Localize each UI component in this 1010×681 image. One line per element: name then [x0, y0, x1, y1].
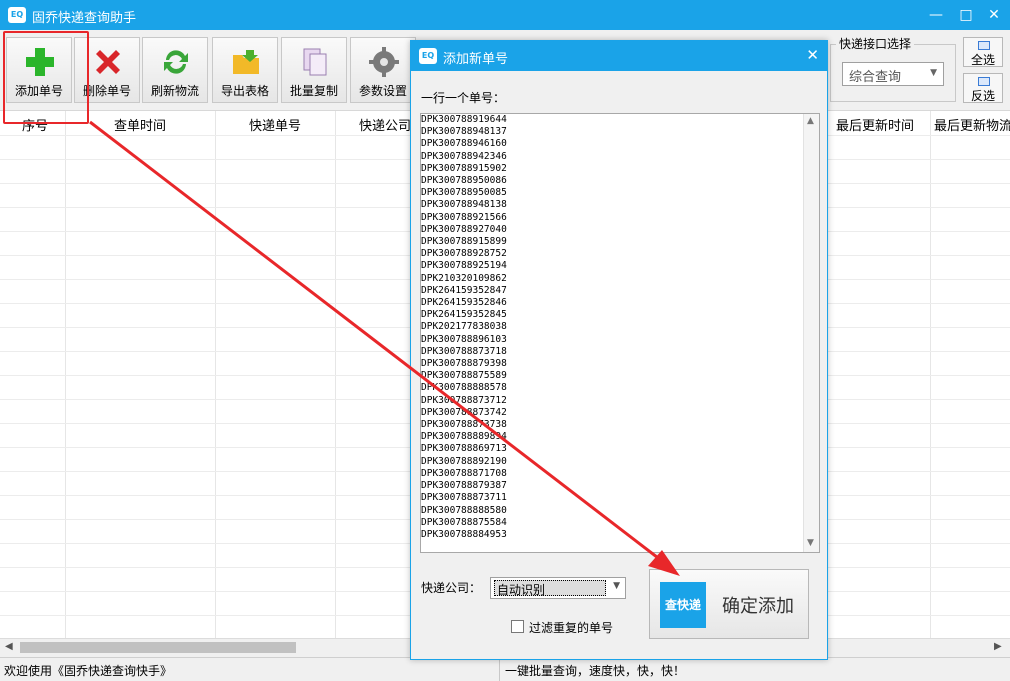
api-select[interactable]: 综合查询 ▼: [842, 62, 944, 86]
maximize-button[interactable]: □: [956, 5, 976, 25]
export-table-button[interactable]: 导出表格: [212, 37, 278, 103]
dialog-title: 添加新单号: [443, 52, 509, 67]
select-all-label: 全选: [970, 53, 995, 67]
tracking-numbers-textarea[interactable]: DPK300788919644 DPK300788948137 DPK30078…: [420, 113, 820, 553]
status-divider: [499, 658, 500, 681]
company-selected-value: 自动识别: [494, 580, 606, 597]
chevron-down-icon: ▼: [613, 581, 620, 591]
select-all-button[interactable]: 全选: [963, 37, 1003, 67]
x-icon: [96, 50, 120, 74]
invert-select-button[interactable]: 反选: [963, 73, 1003, 103]
window-title: 固乔快递查询助手: [32, 11, 137, 26]
status-bar: 欢迎使用《固乔快递查询快手》 一键批量查询，速度快，快，快！: [0, 657, 1010, 681]
app-logo-icon: EQ: [419, 48, 437, 64]
settings-label: 参数设置: [358, 84, 407, 98]
scroll-up-icon[interactable]: ▲: [807, 116, 814, 126]
copy-icon: [303, 48, 327, 76]
api-selected-value: 综合查询: [849, 70, 902, 85]
status-welcome: 欢迎使用《固乔快递查询快手》: [4, 664, 173, 678]
confirm-add-button[interactable]: 查快递 确定添加: [649, 569, 809, 639]
folder-export-icon: [233, 50, 259, 74]
scroll-left-icon[interactable]: ◀: [5, 641, 13, 652]
column-header[interactable]: 快递单号: [220, 115, 330, 134]
export-table-label: 导出表格: [220, 84, 269, 98]
minimize-button[interactable]: —: [926, 5, 946, 25]
tracking-numbers-text: DPK300788919644 DPK300788948137 DPK30078…: [421, 114, 507, 540]
column-header[interactable]: 最后更新时间: [820, 115, 930, 134]
filter-duplicates-checkbox[interactable]: [511, 620, 524, 633]
dialog-title-bar: EQ 添加新单号 ✕: [411, 41, 827, 71]
dialog-prompt: 一行一个单号：: [421, 91, 506, 105]
refresh-logistics-button[interactable]: 刷新物流: [142, 37, 208, 103]
chevron-down-icon: ▼: [930, 68, 937, 78]
refresh-icon: [164, 50, 188, 74]
invert-select-label: 反选: [970, 89, 995, 103]
column-header[interactable]: 查单时间: [70, 115, 210, 134]
company-select[interactable]: 自动识别 ▼: [490, 577, 626, 599]
api-group-label: 快递接口选择: [836, 35, 915, 52]
confirm-add-label: 确定添加: [722, 596, 794, 617]
filter-duplicates-label[interactable]: 过滤重复的单号: [529, 619, 613, 636]
column-header[interactable]: 最后更新物流: [934, 115, 1010, 134]
title-bar: EQ 固乔快递查询助手 — □ ✕: [0, 0, 1010, 30]
settings-button[interactable]: 参数设置: [350, 37, 416, 103]
company-label: 快递公司：: [421, 581, 482, 595]
batch-copy-button[interactable]: 批量复制: [281, 37, 347, 103]
scrollbar-thumb[interactable]: [20, 642, 296, 653]
scroll-down-icon[interactable]: ▼: [807, 538, 814, 548]
add-tracking-dialog: EQ 添加新单号 ✕ 一行一个单号： DPK300788919644 DPK30…: [410, 40, 828, 660]
window-icon: [978, 77, 990, 86]
gear-icon: [369, 47, 399, 77]
status-slogan: 一键批量查询，速度快，快，快！: [505, 664, 686, 678]
vertical-scrollbar[interactable]: ▲ ▼: [803, 114, 819, 552]
refresh-logistics-label: 刷新物流: [150, 84, 199, 98]
highlight-box: [3, 31, 89, 124]
close-button[interactable]: ✕: [984, 5, 1004, 25]
app-logo-icon: EQ: [8, 7, 26, 23]
scroll-right-icon[interactable]: ▶: [994, 641, 1002, 652]
search-express-icon: 查快递: [660, 582, 706, 628]
batch-copy-label: 批量复制: [289, 84, 338, 98]
window-icon: [978, 41, 990, 50]
dialog-close-button[interactable]: ✕: [806, 46, 819, 64]
